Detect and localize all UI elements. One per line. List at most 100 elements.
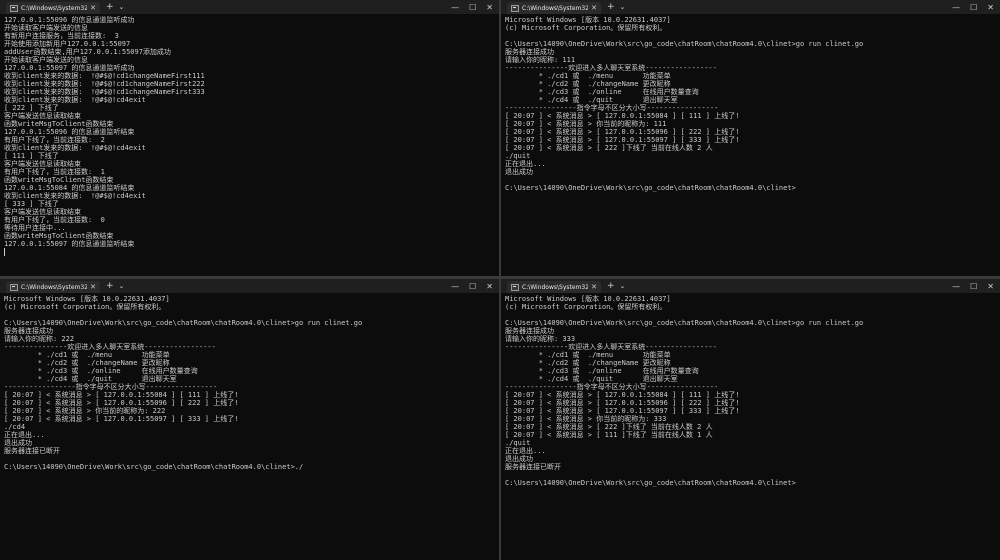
close-icon[interactable]: ✕ — [987, 282, 994, 291]
terminal-line: * ./cd2 或 ./changeName 更改昵称 — [4, 359, 170, 367]
terminal-line: 请输入你的昵称: 111 — [505, 56, 576, 64]
tab-cmd[interactable]: C:\Windows\System32\cmd.e ✕ — [6, 281, 100, 293]
chevron-down-icon[interactable]: ⌄ — [119, 282, 125, 290]
scrollbar[interactable] — [997, 16, 999, 272]
terminal-line: (c) Microsoft Corporation。保留所有权利。 — [505, 303, 667, 311]
terminal-line: ./cd4 — [4, 423, 26, 431]
minimize-icon[interactable]: — — [952, 3, 960, 12]
terminal-line: [ 20:07 ] < 系统消息 > [ 111 ]下线了 当前在线人数 1 人 — [505, 431, 713, 439]
tab-title: C:\Windows\System32\cmd.e — [522, 283, 589, 291]
new-tab-icon[interactable]: + — [607, 2, 615, 12]
terminal-line: [ 20:07 ] < 系统消息 > 你当前的昵称为: 333 — [505, 415, 667, 423]
window-controls: — ☐ ✕ — [952, 0, 994, 14]
title-bar: C:\Windows\System32\cmd.e ✕ + ⌄ — ☐ ✕ — [0, 0, 499, 14]
scrollbar[interactable] — [496, 295, 498, 556]
terminal-line: (c) Microsoft Corporation。保留所有权利。 — [4, 303, 166, 311]
new-tab-icon[interactable]: + — [607, 281, 615, 291]
terminal-line: 服务器连接已断开 — [505, 463, 561, 471]
terminal-line: ---------------欢迎进入多人聊天室系统--------------… — [505, 343, 717, 351]
terminal-line: ./quit — [505, 439, 531, 447]
tab-title: C:\Windows\System32\cmd.e — [21, 4, 88, 12]
terminal-line: * ./cd4 或 ./quit 退出聊天室 — [4, 375, 177, 383]
terminal-line: Microsoft Windows [版本 10.0.22631.4037] — [4, 295, 170, 303]
tab-close-icon[interactable]: ✕ — [591, 283, 597, 291]
text-cursor — [4, 248, 493, 256]
terminal-line: [ 333 ] 下线了 — [4, 200, 59, 208]
terminal-line: [ 20:07 ] < 系统消息 > [ 222 ]下线了 当前在线人数 2 人 — [505, 423, 713, 431]
terminal-icon — [10, 4, 18, 12]
terminal-output[interactable]: Microsoft Windows [版本 10.0.22631.4037] (c… — [505, 16, 994, 274]
terminal-line: -----------------指令字母不区分大小写-------------… — [505, 383, 719, 391]
maximize-icon[interactable]: ☐ — [970, 3, 977, 12]
chevron-down-icon[interactable]: ⌄ — [119, 3, 125, 11]
tab-cmd[interactable]: C:\Windows\System32\cmd.e ✕ — [507, 2, 601, 14]
close-icon[interactable]: ✕ — [987, 3, 994, 12]
maximize-icon[interactable]: ☐ — [469, 282, 476, 291]
terminal-line: C:\Users\14090\OneDrive\Work\src\go_code… — [4, 319, 363, 327]
terminal-line: C:\Users\14090\OneDrive\Work\src\go_code… — [4, 463, 304, 471]
terminal-icon — [511, 4, 519, 12]
terminal-output[interactable]: Microsoft Windows [版本 10.0.22631.4037] (c… — [505, 295, 994, 558]
terminal-icon — [511, 283, 519, 291]
terminal-line: [ 111 ] 下线了 — [4, 152, 59, 160]
terminal-line: [ 20:07 ] < 系统消息 > 你当前的昵称为: 111 — [505, 120, 667, 128]
scrollbar[interactable] — [997, 295, 999, 556]
tab-close-icon[interactable]: ✕ — [90, 283, 96, 291]
terminal-window-client-222[interactable]: C:\Windows\System32\cmd.e ✕ + ⌄ — ☐ ✕ Mi… — [0, 279, 499, 560]
terminal-line: * ./cd4 或 ./quit 退出聊天室 — [505, 96, 678, 104]
chevron-down-icon[interactable]: ⌄ — [620, 3, 626, 11]
terminal-line: 127.0.0.1:55084 的信息通道监听结束 — [4, 184, 135, 192]
terminal-line: C:\Users\14090\OneDrive\Work\src\go_code… — [505, 184, 796, 192]
tab-cmd[interactable]: C:\Windows\System32\cmd.e ✕ — [6, 2, 100, 14]
terminal-line: Microsoft Windows [版本 10.0.22631.4037] — [505, 295, 671, 303]
terminal-line: 有新用户连接服务，当前连接数: 3 — [4, 32, 119, 40]
terminal-output[interactable]: 127.0.0.1:55096 的信息通道监听成功 开始读取客户端发送的信息 有新用… — [4, 16, 493, 274]
terminal-line: 收到client发来的数据: !@#$@!cd1changeNameFirst3… — [4, 88, 205, 96]
terminal-line: (c) Microsoft Corporation。保留所有权利。 — [505, 24, 667, 32]
new-tab-icon[interactable]: + — [106, 2, 114, 12]
maximize-icon[interactable]: ☐ — [970, 282, 977, 291]
terminal-line: C:\Users\14090\OneDrive\Work\src\go_code… — [505, 40, 864, 48]
terminal-line: 收到client发来的数据: !@#$@!cd4exit — [4, 192, 146, 200]
terminal-line: [ 20:07 ] < 系统消息 > [ 222 ]下线了 当前在线人数 2 人 — [505, 144, 713, 152]
window-controls: — ☐ ✕ — [952, 279, 994, 293]
maximize-icon[interactable]: ☐ — [469, 3, 476, 12]
terminal-line: [ 20:07 ] < 系统消息 > [ 127.0.0.1:55097 ] [… — [4, 415, 239, 423]
terminal-line: 客户端发送信息读取结束 — [4, 160, 81, 168]
tab-cmd[interactable]: C:\Windows\System32\cmd.e ✕ — [507, 281, 601, 293]
terminal-line: [ 222 ] 下线了 — [4, 104, 59, 112]
minimize-icon[interactable]: — — [451, 3, 459, 12]
scrollbar[interactable] — [496, 16, 498, 272]
terminal-line: 收到client发来的数据: !@#$@!cd1changeNameFirst2… — [4, 80, 205, 88]
tab-close-icon[interactable]: ✕ — [90, 4, 96, 12]
close-icon[interactable]: ✕ — [486, 282, 493, 291]
tab-close-icon[interactable]: ✕ — [591, 4, 597, 12]
chevron-down-icon[interactable]: ⌄ — [620, 282, 626, 290]
terminal-output[interactable]: Microsoft Windows [版本 10.0.22631.4037] (c… — [4, 295, 493, 558]
terminal-line: ---------------欢迎进入多人聊天室系统--------------… — [4, 343, 216, 351]
terminal-line: 服务器连接已断开 — [4, 447, 60, 455]
close-icon[interactable]: ✕ — [486, 3, 493, 12]
terminal-line: 开始读取客户端发送的信息 — [4, 24, 88, 32]
terminal-line: Microsoft Windows [版本 10.0.22631.4037] — [505, 16, 671, 24]
terminal-line: -----------------指令字母不区分大小写-------------… — [505, 104, 719, 112]
terminal-line: [ 20:07 ] < 系统消息 > [ 127.0.0.1:55097 ] [… — [505, 407, 740, 415]
terminal-line: * ./cd3 或 ./online 在线用户数量查询 — [4, 367, 198, 375]
terminal-line: 正在退出... — [4, 431, 45, 439]
terminal-line: 127.0.0.1:55096 的信息通道监听成功 — [4, 16, 135, 24]
terminal-line: 有用户下线了，当前连接数: 1 — [4, 168, 105, 176]
new-tab-icon[interactable]: + — [106, 281, 114, 291]
terminal-line: 客户端发送信息读取结束 — [4, 208, 81, 216]
terminal-line: 客户端发送信息读取结束 — [4, 112, 81, 120]
terminal-window-client-111[interactable]: C:\Windows\System32\cmd.e ✕ + ⌄ — ☐ ✕ Mi… — [501, 0, 1000, 276]
title-bar: C:\Windows\System32\cmd.e ✕ + ⌄ — ☐ ✕ — [501, 0, 1000, 14]
minimize-icon[interactable]: — — [451, 282, 459, 291]
terminal-window-server[interactable]: C:\Windows\System32\cmd.e ✕ + ⌄ — ☐ ✕ 12… — [0, 0, 499, 276]
terminal-line: [ 20:07 ] < 系统消息 > [ 127.0.0.1:55096 ] [… — [4, 399, 239, 407]
terminal-window-client-333[interactable]: C:\Windows\System32\cmd.e ✕ + ⌄ — ☐ ✕ Mi… — [501, 279, 1000, 560]
terminal-line: 开始读取客户端发送的信息 — [4, 56, 88, 64]
terminal-line: [ 20:07 ] < 系统消息 > [ 127.0.0.1:55096 ] [… — [505, 128, 740, 136]
minimize-icon[interactable]: — — [952, 282, 960, 291]
